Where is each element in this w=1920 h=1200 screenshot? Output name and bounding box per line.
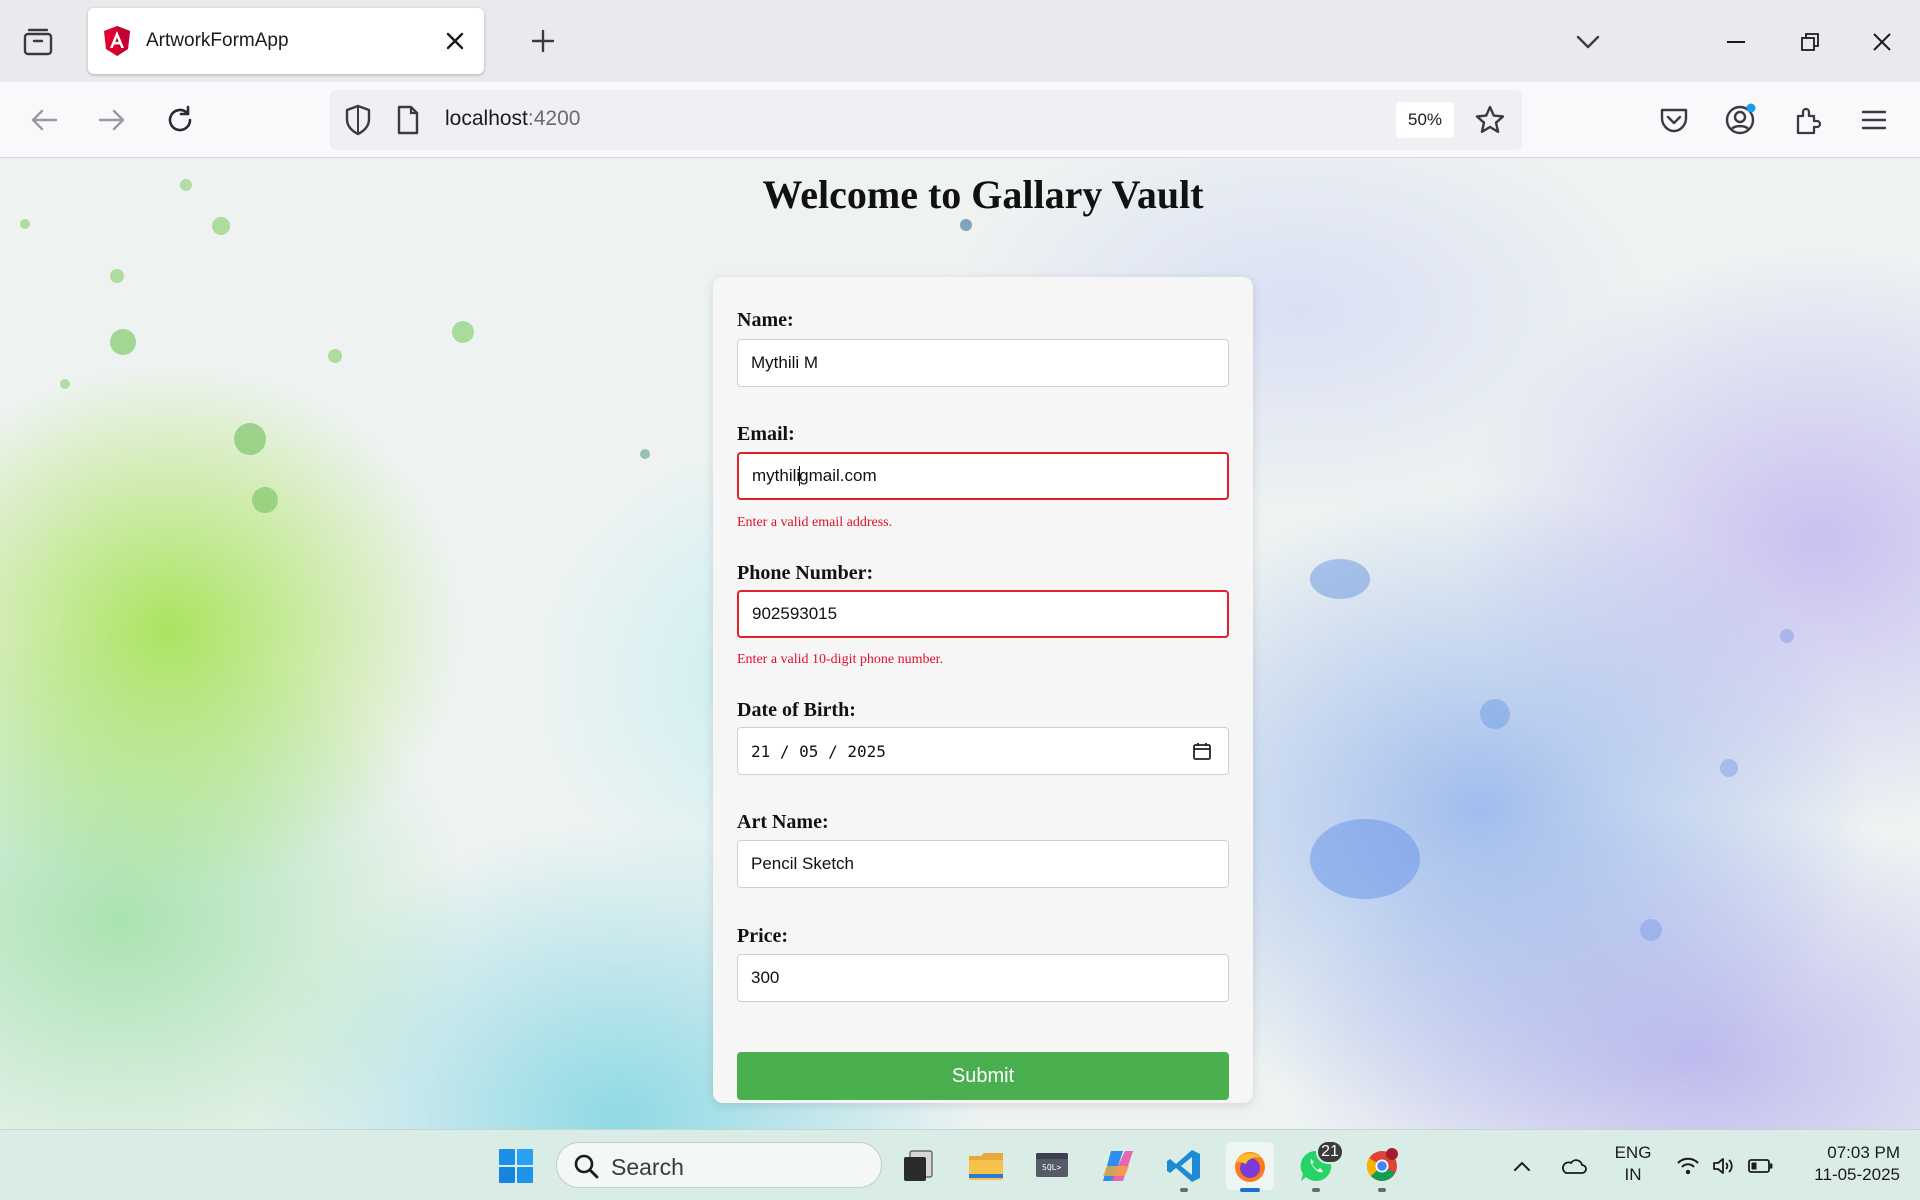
active-tab[interactable]: ArtworkFormApp bbox=[88, 8, 484, 74]
phone-error-message: Enter a valid 10-digit phone number. bbox=[737, 652, 944, 667]
copilot-icon[interactable] bbox=[1094, 1142, 1142, 1190]
clock-date: 11-05-2025 bbox=[1814, 1165, 1900, 1184]
vscode-icon[interactable] bbox=[1160, 1142, 1208, 1192]
file-explorer-icon[interactable] bbox=[962, 1142, 1010, 1190]
list-all-tabs-icon[interactable] bbox=[1568, 22, 1608, 62]
tab-bar: ArtworkFormApp bbox=[0, 0, 1920, 82]
page-title: Welcome to Gallary Vault bbox=[762, 172, 1204, 217]
url-text[interactable]: localhost:4200 bbox=[445, 107, 580, 131]
price-label: Price: bbox=[737, 925, 789, 947]
angular-favicon-icon bbox=[104, 26, 130, 56]
url-host: localhost bbox=[445, 107, 528, 130]
clock-time: 07:03 PM bbox=[1827, 1143, 1900, 1162]
region-code: IN bbox=[1624, 1165, 1642, 1184]
bookmark-star-icon[interactable] bbox=[1474, 104, 1506, 136]
email-label: Email: bbox=[737, 423, 795, 445]
active-indicator bbox=[1240, 1188, 1260, 1192]
submit-button[interactable]: Submit bbox=[737, 1052, 1229, 1100]
running-indicator bbox=[1378, 1188, 1386, 1192]
taskbar-search[interactable]: Search bbox=[556, 1142, 882, 1188]
email-input[interactable]: mythili gmail.com bbox=[737, 452, 1229, 500]
artwork-form: Name: Mythili M Email: mythili gmail.com … bbox=[713, 277, 1253, 1103]
navigation-toolbar: localhost:4200 50% bbox=[0, 82, 1920, 158]
email-error-message: Enter a valid email address. bbox=[737, 515, 893, 530]
lang-code: ENG bbox=[1614, 1143, 1652, 1162]
calendar-icon[interactable] bbox=[1192, 741, 1212, 761]
close-tab-icon[interactable] bbox=[442, 28, 468, 54]
whatsapp-icon[interactable]: 21 bbox=[1292, 1140, 1344, 1192]
battery-icon[interactable] bbox=[1740, 1142, 1780, 1190]
chrome-icon[interactable] bbox=[1358, 1142, 1406, 1192]
svg-text:SQL>: SQL> bbox=[1042, 1163, 1061, 1172]
reload-icon[interactable] bbox=[160, 100, 200, 140]
email-value-part-1: mythili bbox=[752, 466, 801, 485]
price-input[interactable]: 300 bbox=[737, 954, 1229, 1002]
art-name-label: Art Name: bbox=[737, 811, 829, 833]
sql-developer-icon[interactable]: SQL> bbox=[1028, 1142, 1076, 1190]
dob-value: 21 / 05 / 2025 bbox=[751, 741, 886, 761]
input-language[interactable]: ENG IN bbox=[1610, 1142, 1656, 1186]
url-port: :4200 bbox=[527, 107, 581, 130]
onedrive-icon[interactable] bbox=[1552, 1142, 1594, 1190]
dob-input[interactable]: 21 / 05 / 2025 bbox=[737, 727, 1229, 775]
task-view-icon[interactable] bbox=[894, 1142, 942, 1190]
pocket-icon[interactable] bbox=[1654, 100, 1694, 140]
system-clock[interactable]: 07:03 PM 11-05-2025 bbox=[1790, 1142, 1900, 1186]
new-tab-icon[interactable] bbox=[526, 24, 560, 58]
tab-overview-icon[interactable] bbox=[20, 24, 56, 60]
art-name-input[interactable]: Pencil Sketch bbox=[737, 840, 1229, 888]
forward-icon[interactable] bbox=[92, 100, 132, 140]
close-window-icon[interactable] bbox=[1862, 22, 1902, 62]
firefox-icon[interactable] bbox=[1226, 1142, 1274, 1192]
address-bar[interactable]: localhost:4200 50% bbox=[330, 90, 1522, 150]
minimize-icon[interactable] bbox=[1716, 22, 1756, 62]
back-icon[interactable] bbox=[24, 100, 64, 140]
zoom-level-button[interactable]: 50% bbox=[1396, 102, 1454, 138]
windows-start-icon[interactable] bbox=[492, 1142, 540, 1190]
email-value-part-2: gmail.com bbox=[799, 466, 877, 485]
search-placeholder: Search bbox=[611, 1154, 684, 1180]
running-indicator bbox=[1180, 1188, 1188, 1192]
page-viewport: Welcome to Gallary Vault Name: Mythili M… bbox=[0, 159, 1920, 1129]
search-icon bbox=[574, 1154, 599, 1179]
tracking-protection-shield-icon[interactable] bbox=[344, 104, 372, 136]
phone-label: Phone Number: bbox=[737, 562, 874, 584]
dob-label: Date of Birth: bbox=[737, 699, 856, 721]
show-hidden-icons-icon[interactable] bbox=[1502, 1142, 1542, 1190]
tab-title: ArtworkFormApp bbox=[146, 30, 289, 51]
wifi-icon[interactable] bbox=[1668, 1142, 1708, 1190]
app-menu-icon[interactable] bbox=[1854, 100, 1894, 140]
taskbar: Search SQL> 21 ENG IN 07:03 PM 11-05-202… bbox=[0, 1129, 1920, 1200]
notification-badge: 21 bbox=[1316, 1140, 1344, 1164]
running-indicator bbox=[1312, 1188, 1320, 1192]
page-info-icon[interactable] bbox=[396, 104, 420, 136]
volume-icon[interactable] bbox=[1704, 1142, 1744, 1190]
name-label: Name: bbox=[737, 309, 794, 331]
account-icon[interactable] bbox=[1720, 100, 1760, 140]
restore-icon[interactable] bbox=[1790, 22, 1830, 62]
name-input[interactable]: Mythili M bbox=[737, 339, 1229, 387]
extensions-icon[interactable] bbox=[1788, 100, 1828, 140]
phone-input[interactable]: 902593015 bbox=[737, 590, 1229, 638]
